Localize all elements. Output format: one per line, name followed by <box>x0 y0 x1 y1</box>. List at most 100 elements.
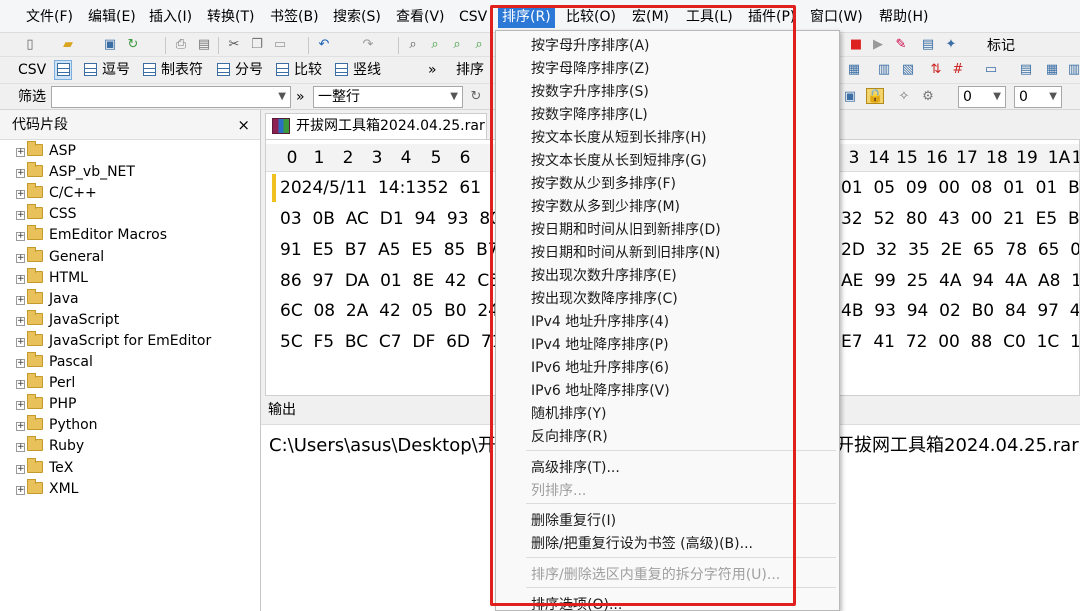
filter-icon[interactable]: ▣ <box>842 89 858 105</box>
expand-icon[interactable]: + <box>16 211 25 221</box>
csv-semicolon-button[interactable]: 分号 <box>217 60 263 80</box>
refresh-icon[interactable]: ↻ <box>468 89 484 105</box>
expand-icon[interactable]: + <box>16 169 25 179</box>
menu-edit[interactable]: 编辑(E) <box>84 6 140 28</box>
menu-search[interactable]: 搜索(S) <box>329 6 385 28</box>
sort-menu-item[interactable]: 按出现次数降序排序(C) <box>531 288 678 311</box>
reload-icon[interactable]: ↻ <box>125 37 141 53</box>
sort-menu-item[interactable]: 反向排序(R) <box>531 426 608 449</box>
expand-icon[interactable]: + <box>16 359 25 368</box>
undo-icon[interactable]: ↶ <box>316 37 332 53</box>
open-folder-icon[interactable]: ▰ <box>60 37 76 53</box>
run-macro-icon[interactable]: ▶ <box>870 37 886 53</box>
stop-macro-icon[interactable]: ■ <box>848 37 864 53</box>
sort-menu-item[interactable]: 按字数从多到少排序(M) <box>531 196 680 219</box>
snippet-folder-item[interactable]: + PHP <box>16 394 76 415</box>
menu-help[interactable]: 帮助(H) <box>875 6 932 28</box>
grid-icon[interactable]: ▦ <box>846 62 862 78</box>
sort-menu-item[interactable]: 删除/把重复行设为书签 (高级)(B)... <box>531 533 753 556</box>
sort-menu-item[interactable]: IPv4 地址降序排序(P) <box>531 334 669 357</box>
snippet-folder-item[interactable]: + General <box>16 246 104 268</box>
freeze-icon[interactable]: ▥ <box>1066 62 1080 78</box>
csv-button[interactable]: CSV <box>18 60 46 80</box>
snippet-folder-item[interactable]: + JavaScript <box>16 309 119 331</box>
expand-icon[interactable]: + <box>16 316 25 326</box>
snippet-folder-item[interactable]: + Pascal <box>16 352 93 373</box>
paste-icon[interactable]: ▭ <box>272 37 288 53</box>
menu-convert[interactable]: 转换(T) <box>203 6 258 28</box>
find-next-icon[interactable]: ⌕ <box>427 37 443 53</box>
menu-bookmark[interactable]: 书签(B) <box>266 6 323 28</box>
macro-edit-icon[interactable]: ✎ <box>893 37 909 53</box>
wand-icon[interactable]: ✧ <box>896 89 912 105</box>
redo-icon[interactable]: ↷ <box>360 37 376 53</box>
find-prev-icon[interactable]: ⌕ <box>449 37 465 53</box>
close-icon[interactable]: × <box>237 110 250 140</box>
expand-icon[interactable]: + <box>16 295 25 305</box>
filter-number-select-a[interactable]: 0 ▼ <box>958 86 1006 108</box>
expand-icon[interactable]: + <box>16 485 25 495</box>
expand-icon[interactable]: + <box>16 337 25 347</box>
expand-icon[interactable]: + <box>16 422 25 432</box>
menu-macro[interactable]: 宏(M) <box>628 6 673 28</box>
snippet-folder-item[interactable]: + ASP_vb_NET <box>16 162 135 183</box>
menu-csv[interactable]: CSV <box>455 6 491 28</box>
sort-menu-item[interactable]: IPv6 地址升序排序(6) <box>531 357 669 380</box>
sort-asc-icon[interactable]: ⇅ <box>928 62 944 78</box>
csv-compare-button[interactable]: 比较 <box>276 60 322 80</box>
expand-icon[interactable]: + <box>16 274 25 284</box>
menu-window[interactable]: 窗口(W) <box>806 6 867 28</box>
print-preview-icon[interactable]: ▤ <box>196 37 212 53</box>
find-icon[interactable]: ⌕ <box>405 37 421 53</box>
snippet-folder-item[interactable]: + EmEditor Macros <box>16 225 167 246</box>
menu-view[interactable]: 查看(V) <box>392 6 449 28</box>
menu-compare[interactable]: 比较(O) <box>562 6 620 28</box>
new-file-icon[interactable]: ▯ <box>22 37 38 53</box>
sort-menu-item[interactable]: IPv6 地址降序排序(V) <box>531 380 670 403</box>
header-icon[interactable]: ▦ <box>1044 62 1060 78</box>
snippet-folder-item[interactable]: + HTML <box>16 267 88 289</box>
sort-menu-item[interactable]: 按日期和时间从新到旧排序(N) <box>531 242 720 265</box>
sort-menu-item[interactable]: 随机排序(Y) <box>531 403 606 426</box>
expand-icon[interactable]: + <box>16 401 25 411</box>
toolbar-overflow-chevron[interactable]: » <box>428 60 437 80</box>
csv-grid-toggle[interactable] <box>54 60 72 80</box>
snippet-folder-item[interactable]: + ASP <box>16 141 76 162</box>
filter-number-select-b[interactable]: 0 ▼ <box>1014 86 1062 108</box>
expand-icon[interactable]: + <box>16 464 25 474</box>
menu-tools[interactable]: 工具(L) <box>682 6 737 28</box>
sort-menu-item[interactable]: 按字母降序排序(Z) <box>531 58 650 81</box>
cut-icon[interactable]: ✂ <box>226 37 242 53</box>
expand-icon[interactable]: + <box>16 232 25 242</box>
sort-menu-item[interactable]: 排序选项(O)... <box>531 594 622 611</box>
expand-icon[interactable]: + <box>16 443 25 453</box>
sort-menu-item[interactable]: 删除重复行(I) <box>531 510 616 533</box>
filter-mode-select[interactable]: 一整行 ▼ <box>313 86 463 108</box>
snippet-folder-item[interactable]: + C/C++ <box>16 183 97 204</box>
snippet-folder-item[interactable]: + Ruby <box>16 436 84 457</box>
print-icon[interactable]: ⎙ <box>173 37 189 53</box>
menu-file[interactable]: 文件(F) <box>22 6 77 28</box>
expand-icon[interactable]: + <box>16 380 25 390</box>
filter-input[interactable]: ▼ <box>51 86 291 108</box>
numbers-icon[interactable]: # <box>950 62 966 78</box>
copy-icon[interactable]: ❐ <box>249 37 265 53</box>
snippet-folder-item[interactable]: + CSS <box>16 204 77 225</box>
split-icon[interactable]: ▧ <box>900 62 916 78</box>
sort-menu-item[interactable]: 高级排序(T)... <box>531 457 620 480</box>
lock-icon[interactable]: 🔒 <box>866 88 884 104</box>
columns-dropdown-icon[interactable]: ▭ <box>983 62 999 78</box>
pin-icon[interactable]: ✦ <box>943 37 959 53</box>
snippet-folder-item[interactable]: + TeX <box>16 457 73 479</box>
expand-icon[interactable]: + <box>16 253 25 263</box>
replace-icon[interactable]: ⌕ <box>471 37 487 53</box>
snippet-folder-item[interactable]: + Python <box>16 415 98 436</box>
sort-menu-item[interactable]: 按数字升序排序(S) <box>531 81 649 104</box>
menu-plugins[interactable]: 插件(P) <box>744 6 799 28</box>
filter-overflow-chevron[interactable]: » <box>296 87 305 107</box>
document-tab[interactable]: 开拔网工具箱2024.04.25.rar <box>265 113 487 139</box>
snippet-folder-item[interactable]: + XML <box>16 478 78 500</box>
snippet-folder-item[interactable]: + Perl <box>16 373 75 394</box>
menu-sort[interactable]: 排序(R) <box>498 6 555 28</box>
column-icon[interactable]: ▥ <box>876 62 892 78</box>
